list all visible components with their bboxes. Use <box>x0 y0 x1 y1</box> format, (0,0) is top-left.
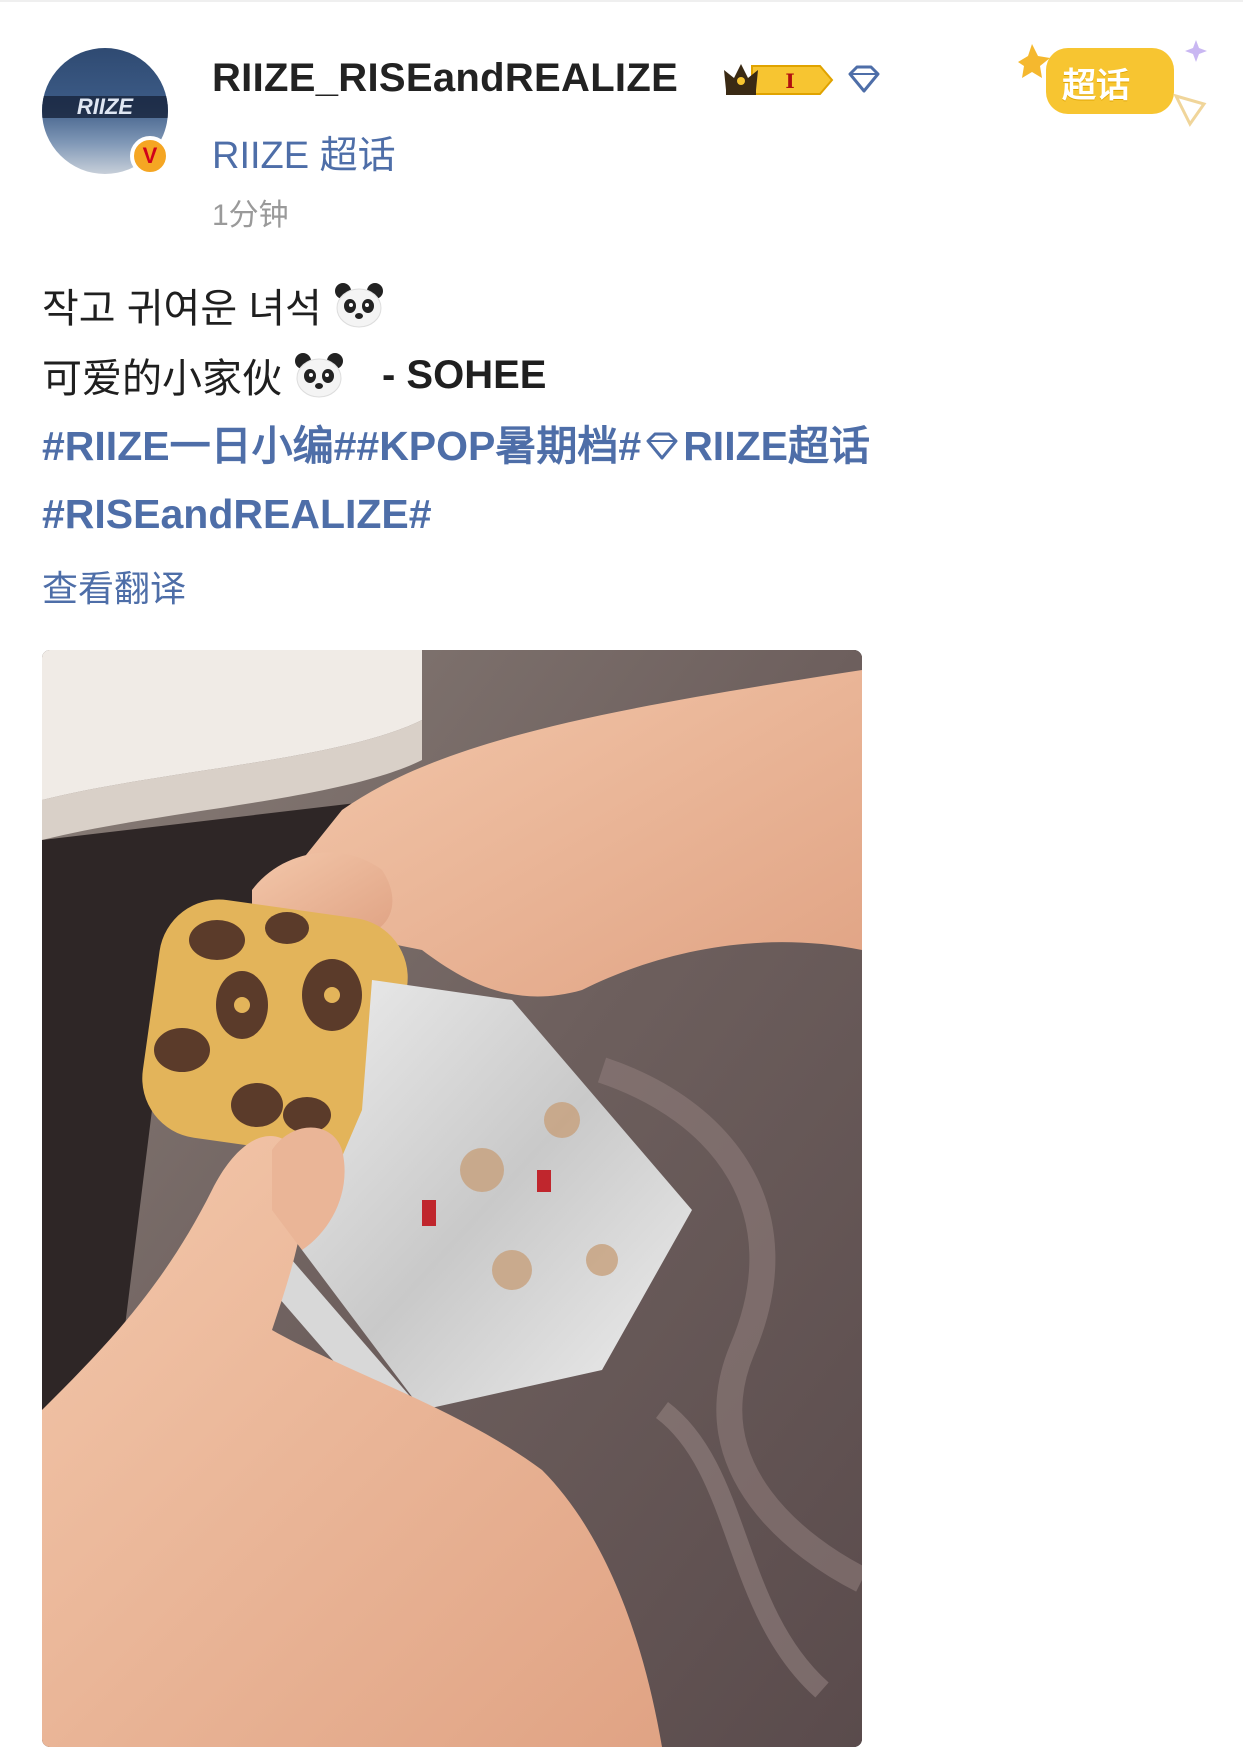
username[interactable]: RIIZE_RISEandREALIZE <box>212 56 678 101</box>
hashtag-riize-editor[interactable]: #RIIZE一日小编# <box>42 412 356 480</box>
level-badge-text: I <box>785 69 794 93</box>
super-badge-label: 超话 <box>1062 67 1130 105</box>
hashtag-block: #RIIZE一日小编# #KPOP暑期档# RIIZE超话 #RISEandRE… <box>42 412 1192 548</box>
top-divider <box>0 0 1243 2</box>
panda-emoji-icon <box>295 353 343 398</box>
post-text-line-1: 작고 귀여운 녀석 <box>42 276 386 334</box>
hashtag-riize-supertopic[interactable]: RIIZE超话 <box>683 412 870 480</box>
post-signature: - SOHEE <box>382 352 547 397</box>
hashtag-kpop-summer[interactable]: #KPOP暑期档# <box>356 412 641 480</box>
post-text-chinese: 可爱的小家伙 <box>42 357 282 401</box>
photo-illustration <box>42 650 862 1747</box>
panda-emoji-icon <box>334 283 383 328</box>
level-badge[interactable]: I <box>722 60 836 100</box>
diamond-icon <box>646 432 678 460</box>
post-photo[interactable] <box>42 650 862 1747</box>
verified-badge-icon: V <box>130 136 170 176</box>
timestamp: 1分钟 <box>212 199 289 232</box>
post-text-korean: 작고 귀여운 녀석 <box>42 287 322 331</box>
supertopic-link[interactable]: RIIZE 超话 <box>212 124 396 179</box>
hashtag-row-1: #RIIZE一日小编# #KPOP暑期档# RIIZE超话 <box>42 412 1192 480</box>
diamond-icon[interactable] <box>846 64 882 94</box>
hashtag-riseandrealize[interactable]: #RISEandREALIZE# <box>42 480 432 548</box>
play-icon <box>1173 93 1207 127</box>
verified-mark: V <box>142 143 158 168</box>
hashtag-row-2: #RISEandREALIZE# <box>42 480 1192 548</box>
avatar-logo-text: RIIZE <box>77 94 135 119</box>
sparkle-icon <box>1185 40 1207 62</box>
star-icon <box>1018 44 1050 78</box>
view-translation-link[interactable]: 查看翻译 <box>42 560 186 612</box>
post-text-line-2: 可爱的小家伙 - SOHEE <box>42 346 546 404</box>
avatar-logo: RIIZE <box>77 94 135 119</box>
